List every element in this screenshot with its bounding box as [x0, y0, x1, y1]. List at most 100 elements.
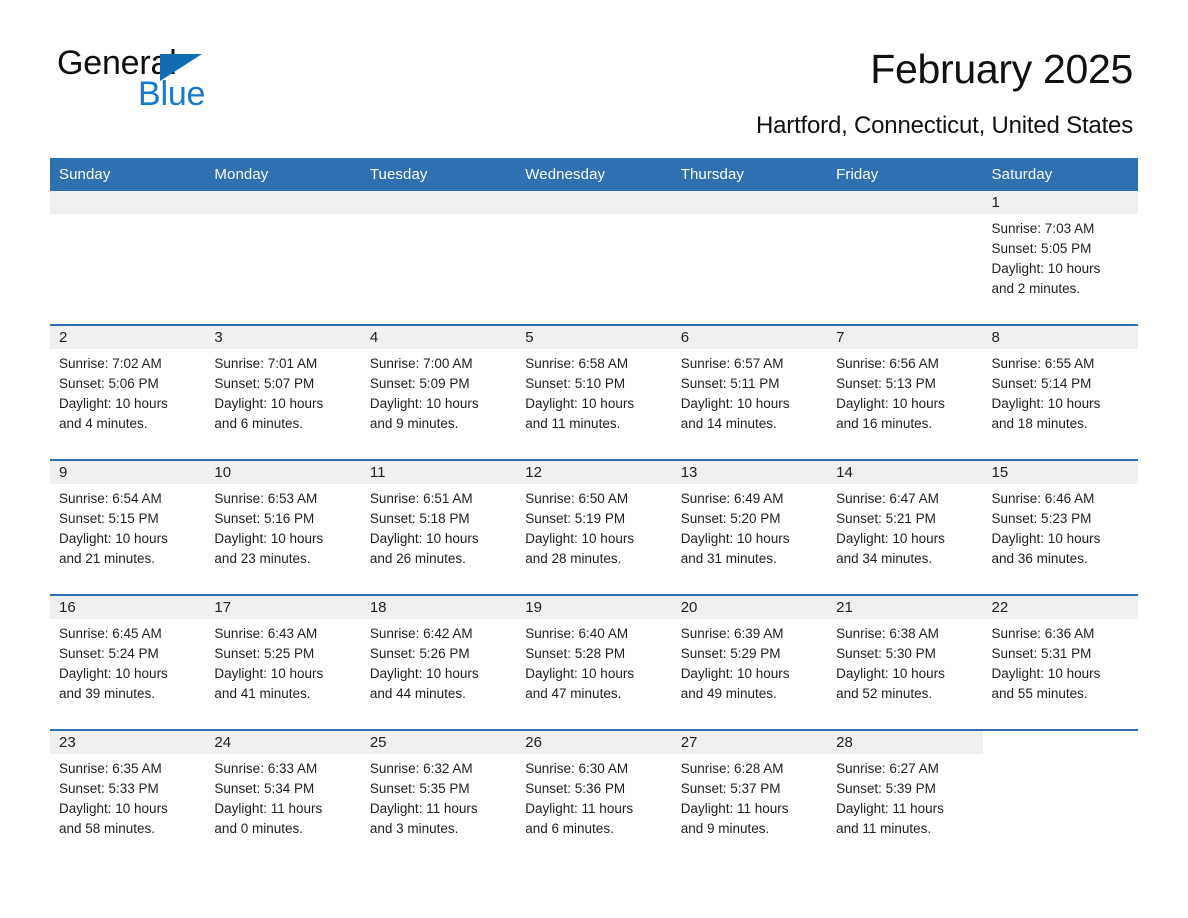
- calendar-day-cell[interactable]: 28 Sunrise: 6:27 AM Sunset: 5:39 PM Dayligh…: [827, 729, 983, 864]
- calendar-day-cell[interactable]: 26 Sunrise: 6:30 AM Sunset: 5:36 PM Dayligh…: [516, 729, 672, 864]
- calendar-day-cell[interactable]: 16 Sunrise: 6:45 AM Sunset: 5:24 PM Dayligh…: [50, 594, 206, 730]
- weekday-header-saturday: Saturday: [982, 158, 1138, 191]
- calendar-day-cell[interactable]: 1 Sunrise: 7:03 AM Sunset: 5:05 PM Daylight…: [982, 191, 1138, 325]
- day-detail-daylight1: Daylight: 10 hours: [991, 396, 1101, 411]
- weekday-header-sunday: Sunday: [50, 158, 206, 191]
- day-details: Sunrise: 6:54 AM Sunset: 5:15 PM Daylight:…: [50, 484, 205, 569]
- calendar-week-row: 1 Sunrise: 7:03 AM Sunset: 5:05 PM Daylight…: [50, 191, 1138, 325]
- calendar-day-cell[interactable]: 4 Sunrise: 7:00 AM Sunset: 5:09 PM Daylight…: [360, 324, 517, 460]
- calendar-day-cell[interactable]: 13 Sunrise: 6:49 AM Sunset: 5:20 PM Dayligh…: [671, 459, 828, 595]
- day-detail-daylight1: Daylight: 10 hours: [59, 801, 168, 816]
- general-blue-logo: General Blue: [57, 44, 317, 120]
- day-detail-sunset: Sunset: 5:18 PM: [369, 511, 470, 526]
- day-detail-daylight2: and 11 minutes.: [525, 416, 621, 431]
- day-detail-daylight2: and 47 minutes.: [525, 686, 622, 701]
- day-details: Sunrise: 6:42 AM Sunset: 5:26 PM Daylight:…: [361, 619, 516, 704]
- calendar-day-cell[interactable]: 15 Sunrise: 6:46 AM Sunset: 5:23 PM Dayligh…: [982, 459, 1138, 595]
- calendar-day-cell[interactable]: 17 Sunrise: 6:43 AM Sunset: 5:25 PM Dayligh…: [205, 594, 361, 730]
- calendar-day-cell[interactable]: 24 Sunrise: 6:33 AM Sunset: 5:34 PM Dayligh…: [205, 729, 361, 864]
- calendar-day-cell[interactable]: 10 Sunrise: 6:53 AM Sunset: 5:16 PM Dayligh…: [205, 459, 361, 595]
- calendar-day-cell[interactable]: 9 Sunrise: 6:54 AM Sunset: 5:15 PM Daylight…: [50, 459, 206, 595]
- day-detail-sunset: Sunset: 5:24 PM: [59, 646, 159, 661]
- day-number: 24: [214, 734, 232, 751]
- day-detail-sunrise: Sunrise: 6:50 AM: [525, 491, 629, 506]
- day-number: 26: [525, 734, 542, 751]
- day-detail-daylight2: and 6 minutes.: [214, 416, 303, 431]
- calendar-day-cell[interactable]: 25 Sunrise: 6:32 AM Sunset: 5:35 PM Dayligh…: [360, 729, 517, 864]
- day-detail-daylight2: and 11 minutes.: [836, 821, 932, 836]
- calendar-week-row: 16 Sunrise: 6:45 AM Sunset: 5:24 PM Dayligh…: [50, 594, 1138, 730]
- day-details: Sunrise: 6:51 AM Sunset: 5:18 PM Daylight:…: [361, 484, 516, 569]
- day-details: Sunrise: 6:55 AM Sunset: 5:14 PM Daylight:…: [983, 349, 1138, 434]
- day-detail-sunrise: Sunrise: 6:53 AM: [214, 491, 318, 506]
- day-detail-sunset: Sunset: 5:16 PM: [214, 511, 315, 526]
- day-detail-daylight2: and 18 minutes.: [991, 416, 1088, 431]
- day-details: Sunrise: 6:46 AM Sunset: 5:23 PM Daylight:…: [983, 484, 1138, 569]
- day-detail-daylight1: Daylight: 10 hours: [214, 396, 324, 411]
- day-number: 14: [836, 464, 853, 481]
- logo-text-blue: Blue: [138, 75, 206, 113]
- day-detail-daylight2: and 36 minutes.: [991, 551, 1088, 566]
- calendar-day-cell[interactable]: 23 Sunrise: 6:35 AM Sunset: 5:33 PM Dayligh…: [50, 729, 206, 864]
- day-detail-daylight1: Daylight: 10 hours: [369, 396, 479, 411]
- weekday-header-friday: Friday: [827, 158, 983, 191]
- calendar-day-cell[interactable]: 5 Sunrise: 6:58 AM Sunset: 5:10 PM Daylight…: [516, 324, 672, 460]
- day-detail-sunrise: Sunrise: 6:30 AM: [525, 761, 629, 776]
- day-detail-daylight1: Daylight: 10 hours: [991, 261, 1101, 276]
- day-detail-sunset: Sunset: 5:19 PM: [525, 511, 626, 526]
- weekday-header-wednesday: Wednesday: [516, 158, 672, 191]
- day-detail-sunset: Sunset: 5:09 PM: [369, 376, 470, 391]
- calendar-day-cell[interactable]: 27 Sunrise: 6:28 AM Sunset: 5:37 PM Dayligh…: [671, 729, 828, 864]
- day-detail-sunset: Sunset: 5:06 PM: [59, 376, 159, 391]
- calendar-day-cell[interactable]: 12 Sunrise: 6:50 AM Sunset: 5:19 PM Dayligh…: [516, 459, 672, 595]
- day-detail-sunrise: Sunrise: 6:39 AM: [680, 626, 784, 641]
- day-detail-daylight2: and 41 minutes.: [214, 686, 311, 701]
- day-detail-daylight2: and 31 minutes.: [680, 551, 777, 566]
- calendar-day-cell[interactable]: 21 Sunrise: 6:38 AM Sunset: 5:30 PM Dayligh…: [827, 594, 983, 730]
- calendar-day-cell[interactable]: 14 Sunrise: 6:47 AM Sunset: 5:21 PM Dayligh…: [827, 459, 983, 595]
- day-detail-daylight1: Daylight: 10 hours: [991, 531, 1101, 546]
- calendar-day-cell[interactable]: 18 Sunrise: 6:42 AM Sunset: 5:26 PM Dayligh…: [360, 594, 517, 730]
- day-number: 10: [214, 464, 232, 481]
- calendar-day-cell[interactable]: 6 Sunrise: 6:57 AM Sunset: 5:11 PM Daylight…: [671, 324, 828, 460]
- day-details: Sunrise: 6:27 AM Sunset: 5:39 PM Daylight:…: [827, 754, 982, 839]
- calendar-cell-empty: [827, 191, 983, 325]
- day-detail-sunset: Sunset: 5:35 PM: [369, 781, 470, 796]
- day-number: 25: [369, 734, 387, 751]
- day-detail-sunrise: Sunrise: 6:36 AM: [991, 626, 1095, 641]
- calendar-day-cell[interactable]: 19 Sunrise: 6:40 AM Sunset: 5:28 PM Dayligh…: [516, 594, 672, 730]
- calendar-day-cell[interactable]: 3 Sunrise: 7:01 AM Sunset: 5:07 PM Daylight…: [205, 324, 361, 460]
- day-detail-daylight2: and 23 minutes.: [214, 551, 311, 566]
- page-title: February 2025: [870, 46, 1133, 92]
- day-detail-daylight2: and 39 minutes.: [59, 686, 156, 701]
- day-detail-sunrise: Sunrise: 6:28 AM: [680, 761, 784, 776]
- day-detail-daylight2: and 0 minutes.: [214, 821, 303, 836]
- day-detail-sunset: Sunset: 5:29 PM: [680, 646, 781, 661]
- calendar-day-cell[interactable]: 20 Sunrise: 6:39 AM Sunset: 5:29 PM Dayligh…: [671, 594, 828, 730]
- calendar-day-cell[interactable]: 8 Sunrise: 6:55 AM Sunset: 5:14 PM Daylight…: [982, 324, 1138, 460]
- day-details: Sunrise: 6:38 AM Sunset: 5:30 PM Daylight:…: [827, 619, 982, 704]
- day-number: 17: [214, 599, 232, 616]
- calendar-day-cell[interactable]: 7 Sunrise: 6:56 AM Sunset: 5:13 PM Daylight…: [827, 324, 983, 460]
- day-detail-sunrise: Sunrise: 6:35 AM: [59, 761, 162, 776]
- day-number: 22: [991, 599, 1009, 616]
- day-details: Sunrise: 7:03 AM Sunset: 5:05 PM Daylight:…: [983, 214, 1138, 299]
- day-number: 15: [991, 464, 1009, 481]
- calendar-day-cell[interactable]: 11 Sunrise: 6:51 AM Sunset: 5:18 PM Dayligh…: [360, 459, 517, 595]
- weekday-header-monday: Monday: [205, 158, 361, 191]
- day-detail-daylight1: Daylight: 10 hours: [525, 396, 635, 411]
- calendar-cell-empty: [50, 191, 206, 325]
- day-detail-sunset: Sunset: 5:15 PM: [59, 511, 159, 526]
- page-subtitle: Hartford, Connecticut, United States: [756, 112, 1133, 139]
- day-detail-sunrise: Sunrise: 6:27 AM: [836, 761, 939, 776]
- day-detail-daylight1: Daylight: 10 hours: [59, 531, 168, 546]
- day-detail-daylight1: Daylight: 11 hours: [680, 801, 789, 816]
- day-detail-sunrise: Sunrise: 6:42 AM: [369, 626, 473, 641]
- calendar-day-cell[interactable]: 22 Sunrise: 6:36 AM Sunset: 5:31 PM Dayligh…: [982, 594, 1138, 730]
- day-number: 1: [991, 194, 1000, 211]
- day-detail-daylight2: and 9 minutes.: [369, 416, 459, 431]
- day-detail-daylight1: Daylight: 10 hours: [214, 666, 324, 681]
- calendar-day-cell[interactable]: 2 Sunrise: 7:02 AM Sunset: 5:06 PM Daylight…: [50, 324, 206, 460]
- day-detail-sunrise: Sunrise: 7:00 AM: [369, 356, 473, 371]
- day-detail-sunrise: Sunrise: 7:03 AM: [991, 221, 1095, 236]
